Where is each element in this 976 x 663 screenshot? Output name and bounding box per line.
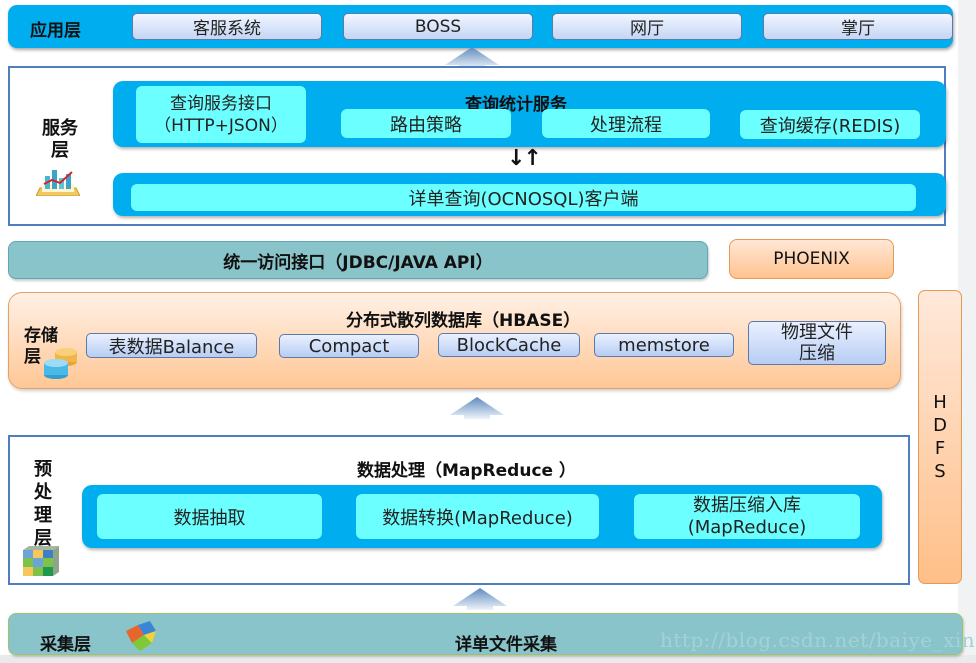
- processing-flow[interactable]: 处理流程: [542, 109, 710, 138]
- detail-file-collection[interactable]: 详单文件采集: [455, 630, 557, 655]
- physical-file-compression-line1: 物理文件: [781, 322, 853, 343]
- app-item-customer-service[interactable]: 客服系统: [132, 13, 322, 40]
- query-service-interface-line2: （HTTP+JSON）: [154, 115, 288, 136]
- data-compression-load-line2: (MapReduce): [687, 516, 807, 538]
- app-item-mobile-hall[interactable]: 掌厅: [763, 13, 953, 40]
- data-compression-load-line1: 数据压缩入库: [693, 494, 801, 516]
- ocnosql-client[interactable]: 详单查询(OCNOSQL)客户端: [131, 184, 916, 211]
- service-layer-title-line2: 层: [51, 140, 69, 161]
- hdfs-letter: F: [934, 438, 946, 459]
- query-service-interface[interactable]: 查询服务接口 （HTTP+JSON）: [136, 86, 306, 143]
- app-item-web-hall[interactable]: 网厅: [552, 13, 742, 40]
- storage-layer-title-line1: 存储: [24, 326, 58, 346]
- service-layer-title-line1: 服务: [42, 118, 78, 139]
- preprocessing-layer-title: 预 处 理 层: [31, 458, 55, 550]
- database-icon: [44, 348, 77, 379]
- hdfs-letter: S: [934, 461, 946, 482]
- query-cache-redis[interactable]: 查询缓存(REDIS): [740, 110, 920, 139]
- data-transformation[interactable]: 数据转换(MapReduce): [356, 494, 599, 539]
- memstore[interactable]: memstore: [594, 333, 734, 357]
- up-arrow-icon: [453, 588, 507, 610]
- application-layer-title: 应用层: [30, 21, 81, 41]
- collection-layer-title: 采集层: [40, 635, 91, 655]
- service-layer-title: 服务 层: [38, 118, 82, 162]
- puzzle-icon: [126, 621, 156, 651]
- bottom-edge: [0, 655, 976, 663]
- block-cache[interactable]: BlockCache: [438, 333, 580, 357]
- unified-access-interface[interactable]: 统一访问接口（JDBC/JAVA API）: [8, 241, 708, 279]
- preprocessing-title-char: 处: [34, 482, 52, 503]
- cube-icon: [23, 546, 59, 576]
- hdfs-letter: D: [933, 415, 947, 436]
- chart-report-icon: [36, 170, 80, 196]
- hdfs-letter: H: [933, 392, 947, 413]
- physical-file-compression[interactable]: 物理文件 压缩: [748, 321, 886, 365]
- up-arrow-icon: [450, 397, 504, 419]
- compact[interactable]: Compact: [279, 334, 419, 358]
- watermark: http://blog.csdn.net/baiye_xing: [660, 628, 976, 652]
- table-balance[interactable]: 表数据Balance: [86, 333, 257, 358]
- data-extraction[interactable]: 数据抽取: [97, 494, 322, 539]
- phoenix-box[interactable]: PHOENIX: [729, 239, 894, 279]
- routing-strategy[interactable]: 路由策略: [341, 109, 511, 138]
- bidirectional-arrows-icon: ↓↑: [507, 146, 542, 171]
- hbase-title: 分布式散列数据库（HBASE）: [346, 311, 581, 331]
- preprocessing-title-char: 理: [34, 505, 52, 526]
- app-item-boss[interactable]: BOSS: [343, 13, 533, 40]
- hdfs-column[interactable]: H D F S: [918, 290, 962, 584]
- mapreduce-title: 数据处理（MapReduce ）: [357, 461, 576, 481]
- physical-file-compression-line2: 压缩: [799, 343, 835, 364]
- query-service-interface-line1: 查询服务接口: [170, 93, 272, 114]
- data-compression-load[interactable]: 数据压缩入库 (MapReduce): [634, 494, 860, 539]
- preprocessing-title-char: 预: [34, 459, 52, 480]
